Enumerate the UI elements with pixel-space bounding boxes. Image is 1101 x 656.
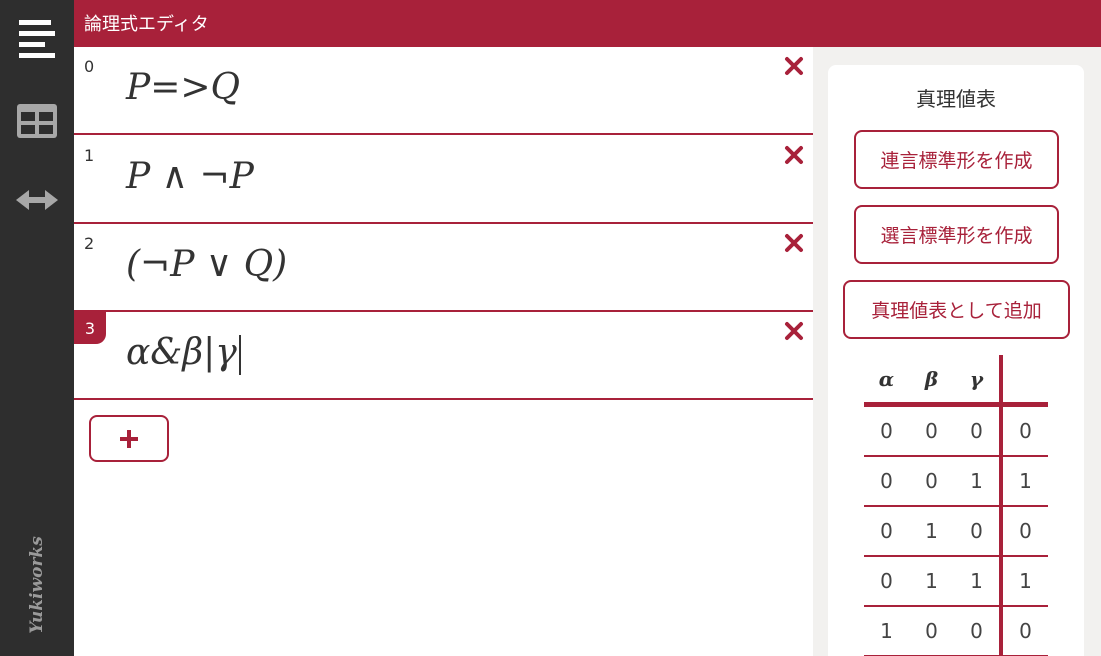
delete-formula-icon[interactable]: [783, 144, 805, 166]
table-cell-result: 1: [999, 557, 1048, 605]
formula-index: 2: [84, 234, 95, 253]
brand-logo: Yukiworks: [27, 536, 47, 634]
formula-input[interactable]: α&β|γ: [126, 332, 241, 375]
formula-expression[interactable]: P=>Q: [126, 67, 240, 108]
panel-title: 真理値表: [916, 87, 996, 111]
formula-row[interactable]: 2 (¬P ∨ Q): [74, 224, 813, 312]
table-cell: 1: [880, 619, 893, 643]
header-cell-result: [999, 355, 1048, 402]
text-cursor: [238, 335, 241, 375]
delete-formula-icon[interactable]: [783, 320, 805, 342]
table-cell: 0: [925, 419, 938, 443]
header-cell: α: [878, 366, 895, 391]
table-cell: 1: [970, 469, 983, 493]
table-row: 0 1 0 0: [864, 507, 1048, 557]
header: 論理式エディタ: [74, 0, 1101, 47]
formula-row[interactable]: 1 P ∧ ¬P: [74, 136, 813, 224]
table-cell: 0: [970, 519, 983, 543]
header-cell: γ: [969, 366, 984, 391]
add-as-truth-table-button[interactable]: 真理値表として追加: [843, 280, 1070, 339]
table-cell: 0: [970, 619, 983, 643]
table-row: 0 0 1 1: [864, 457, 1048, 507]
delete-formula-icon[interactable]: [783, 55, 805, 77]
table-cell: 1: [925, 569, 938, 593]
formula-index: 1: [84, 146, 95, 165]
truth-table-panel: 真理値表 連言標準形を作成 選言標準形を作成 真理値表として追加 α β γ 0…: [828, 65, 1084, 656]
create-cnf-button[interactable]: 連言標準形を作成: [854, 130, 1059, 189]
table-cell-result: 0: [999, 607, 1048, 655]
table-cell: 1: [970, 569, 983, 593]
table-cell-result: 0: [999, 507, 1048, 555]
table-cell: 0: [880, 569, 893, 593]
table-cell-result: 0: [999, 407, 1048, 455]
formula-expression: α&β|γ: [126, 332, 237, 373]
delete-formula-icon[interactable]: [783, 232, 805, 254]
swap-horizontal-icon[interactable]: [0, 188, 74, 212]
menu-icon[interactable]: [0, 20, 74, 58]
truth-table: α β γ 0 0 0 0 0 0 1 1 0 1 0 0 0 1 1 1 1 …: [864, 355, 1048, 656]
create-dnf-button[interactable]: 選言標準形を作成: [854, 205, 1059, 264]
table-cell: 0: [880, 519, 893, 543]
formula-index-badge: 3: [74, 312, 106, 344]
table-row: 1 0 0 0: [864, 607, 1048, 656]
table-cell: 0: [925, 619, 938, 643]
table-cell: 0: [880, 419, 893, 443]
table-row: 0 0 0 0: [864, 407, 1048, 457]
formula-index: 0: [84, 57, 95, 76]
sidebar: Yukiworks: [0, 0, 74, 656]
formula-row-active[interactable]: 3 α&β|γ: [74, 312, 813, 400]
formula-expression[interactable]: (¬P ∨ Q): [126, 244, 287, 285]
truth-table-header: α β γ: [864, 355, 1048, 407]
table-row: 0 1 1 1: [864, 557, 1048, 607]
table-cell: 0: [970, 419, 983, 443]
formula-row[interactable]: 0 P=>Q: [74, 47, 813, 135]
header-cell: β: [924, 366, 939, 391]
table-cell-result: 1: [999, 457, 1048, 505]
formula-editor: 0 P=>Q 1 P ∧ ¬P 2 (¬P ∨ Q) 3 α&β|γ: [74, 47, 813, 656]
table-cell: 0: [925, 469, 938, 493]
add-formula-button[interactable]: [89, 415, 169, 462]
app-title: 論理式エディタ: [84, 14, 209, 35]
plus-icon: [120, 429, 138, 448]
table-cell: 1: [925, 519, 938, 543]
formula-expression[interactable]: P ∧ ¬P: [126, 156, 254, 197]
table-cell: 0: [880, 469, 893, 493]
table-icon[interactable]: [0, 104, 74, 138]
